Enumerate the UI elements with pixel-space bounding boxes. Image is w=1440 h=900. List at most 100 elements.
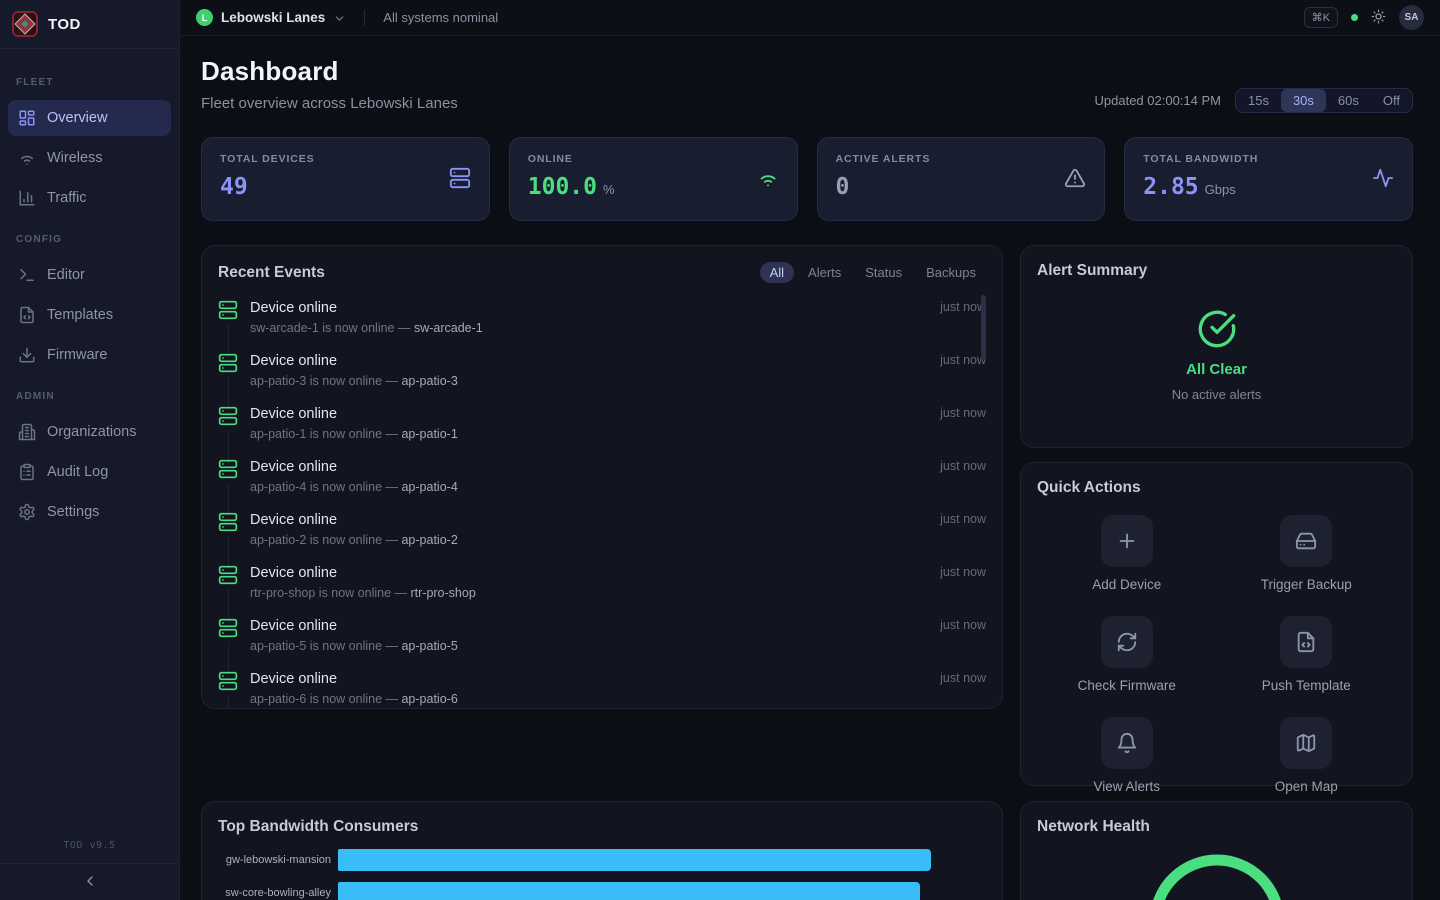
quick-action-label: Check Firmware — [1078, 678, 1176, 693]
quick-action-view-alerts[interactable]: View Alerts — [1037, 717, 1217, 794]
wifi-icon — [18, 149, 36, 167]
event-timestamp: just now — [940, 300, 986, 314]
event-row: Device onlineap-patio-1 is now online — … — [218, 397, 986, 450]
sidebar-item-settings[interactable]: Settings — [8, 494, 171, 530]
sidebar-collapse-button[interactable] — [0, 863, 179, 900]
refresh-option-30s[interactable]: 30s — [1281, 89, 1326, 112]
logo-row: TOD — [0, 0, 179, 48]
events-tab-alerts[interactable]: Alerts — [798, 262, 851, 283]
sidebar-footer: TOD v9.5 — [0, 830, 179, 900]
quick-actions-panel: Quick Actions Add DeviceTrigger BackupCh… — [1020, 462, 1413, 786]
hard-drive-icon — [1295, 530, 1317, 552]
event-title: Device online — [250, 565, 928, 581]
sidebar-item-label: Traffic — [47, 190, 86, 206]
events-tab-status[interactable]: Status — [855, 262, 912, 283]
event-timestamp: just now — [940, 406, 986, 420]
gear-icon — [18, 503, 36, 521]
event-title: Device online — [250, 353, 928, 369]
nav-section-label-admin: ADMIN — [0, 377, 179, 410]
org-name: Lebowski Lanes — [221, 10, 325, 25]
command-palette-shortcut[interactable]: ⌘K — [1304, 7, 1338, 28]
bell-icon — [1116, 732, 1138, 754]
quick-action-push-template[interactable]: Push Template — [1217, 616, 1397, 693]
event-row: Device onlineap-patio-4 is now online — … — [218, 450, 986, 503]
quick-action-trigger-backup[interactable]: Trigger Backup — [1217, 515, 1397, 592]
sidebar: TOD FLEETOverviewWirelessTrafficCONFIGEd… — [0, 0, 180, 900]
refresh-option-15s[interactable]: 15s — [1236, 89, 1281, 112]
app-title: TOD — [48, 16, 81, 33]
sidebar-nav: FLEETOverviewWirelessTrafficCONFIGEditor… — [0, 49, 179, 830]
sidebar-item-templates[interactable]: Templates — [8, 297, 171, 333]
wifi-icon — [757, 153, 779, 189]
event-title: Device online — [250, 459, 928, 475]
bandwidth-bar-row: sw-core-bowling-alley — [218, 882, 986, 900]
quick-action-check-firmware[interactable]: Check Firmware — [1037, 616, 1217, 693]
org-avatar: L — [196, 9, 213, 26]
nav-section-label-fleet: FLEET — [0, 63, 179, 96]
event-row: Device onlineap-patio-2 is now online — … — [218, 503, 986, 556]
event-description: rtr-pro-shop is now online — rtr-pro-sho… — [250, 586, 928, 600]
alert-detail-text: No active alerts — [1172, 387, 1262, 402]
sidebar-item-overview[interactable]: Overview — [8, 100, 171, 136]
refresh-option-60s[interactable]: 60s — [1326, 89, 1371, 112]
event-timestamp: just now — [940, 459, 986, 473]
dashboard-content: Dashboard Fleet overview across Lebowski… — [180, 36, 1440, 900]
bar-chart-icon — [18, 189, 36, 207]
quick-actions-grid: Add Device Trigger Backup Check Firmware Pu… — [1037, 515, 1396, 794]
events-filter-tabs: AllAlertsStatusBackups — [760, 262, 986, 283]
sidebar-item-label: Audit Log — [47, 464, 108, 480]
sidebar-item-label: Settings — [47, 504, 99, 520]
server-icon — [218, 618, 238, 638]
events-tab-backups[interactable]: Backups — [916, 262, 986, 283]
event-row: Device online rtr-pro-shop is now online … — [218, 556, 986, 609]
bandwidth-panel: Top Bandwidth Consumers gw-lebowski-mans… — [201, 801, 1003, 900]
event-timestamp: just now — [940, 565, 986, 579]
alert-summary-title: Alert Summary — [1037, 262, 1396, 280]
sidebar-item-label: Firmware — [47, 347, 107, 363]
sidebar-item-organizations[interactable]: Organizations — [8, 414, 171, 450]
events-scrollbar-thumb[interactable] — [981, 295, 986, 360]
stat-label: TOTAL DEVICES — [220, 153, 315, 165]
refresh-option-off[interactable]: Off — [1371, 89, 1412, 112]
event-timestamp: just now — [940, 618, 986, 632]
stat-card-total-bandwidth: TOTAL BANDWIDTH2.85Gbps — [1124, 137, 1413, 221]
theme-toggle-button[interactable] — [1371, 9, 1386, 27]
stat-card-total-devices: TOTAL DEVICES49 — [201, 137, 490, 221]
quick-action-add-device[interactable]: Add Device — [1037, 515, 1217, 592]
event-title: Device online — [250, 512, 928, 528]
chevron-left-icon — [82, 873, 98, 892]
building-icon — [18, 423, 36, 441]
divider — [364, 10, 365, 26]
refresh-interval-selector: 15s30s60sOff — [1235, 88, 1413, 113]
file-code-icon — [18, 306, 36, 324]
chevron-down-icon — [333, 10, 346, 25]
user-avatar[interactable]: SA — [1399, 5, 1424, 30]
event-title: Device online — [250, 671, 928, 687]
stat-cards-row: TOTAL DEVICES49ONLINE100.0%ACTIVE ALERTS… — [201, 137, 1413, 221]
alert-status-text: All Clear — [1186, 361, 1247, 378]
event-description: ap-patio-1 is now online — ap-patio-1 — [250, 427, 928, 441]
quick-action-label: Trigger Backup — [1261, 577, 1352, 592]
check-circle-icon — [1197, 309, 1237, 352]
sidebar-item-firmware[interactable]: Firmware — [8, 337, 171, 373]
event-description: ap-patio-3 is now online — ap-patio-3 — [250, 374, 928, 388]
quick-action-label: Push Template — [1262, 678, 1351, 693]
app-version: TOD v9.5 — [0, 830, 179, 863]
event-row: Device onlinesw-arcade-1 is now online —… — [218, 291, 986, 344]
stat-unit: Gbps — [1205, 182, 1236, 197]
quick-action-open-map[interactable]: Open Map — [1217, 717, 1397, 794]
event-timestamp: just now — [940, 671, 986, 685]
org-switcher[interactable]: L Lebowski Lanes — [196, 9, 346, 26]
sidebar-item-editor[interactable]: Editor — [8, 257, 171, 293]
bandwidth-bar-row: gw-lebowski-mansion — [218, 849, 986, 871]
plus-icon — [1116, 530, 1138, 552]
sidebar-item-audit-log[interactable]: Audit Log — [8, 454, 171, 490]
event-title: Device online — [250, 300, 928, 316]
server-icon — [218, 512, 238, 532]
page-header: Dashboard Fleet overview across Lebowski… — [201, 56, 1413, 113]
sidebar-item-wireless[interactable]: Wireless — [8, 140, 171, 176]
events-tab-all[interactable]: All — [760, 262, 794, 283]
grid-icon — [18, 109, 36, 127]
event-row: Device online ap-patio-3 is now online — … — [218, 344, 986, 397]
sidebar-item-traffic[interactable]: Traffic — [8, 180, 171, 216]
